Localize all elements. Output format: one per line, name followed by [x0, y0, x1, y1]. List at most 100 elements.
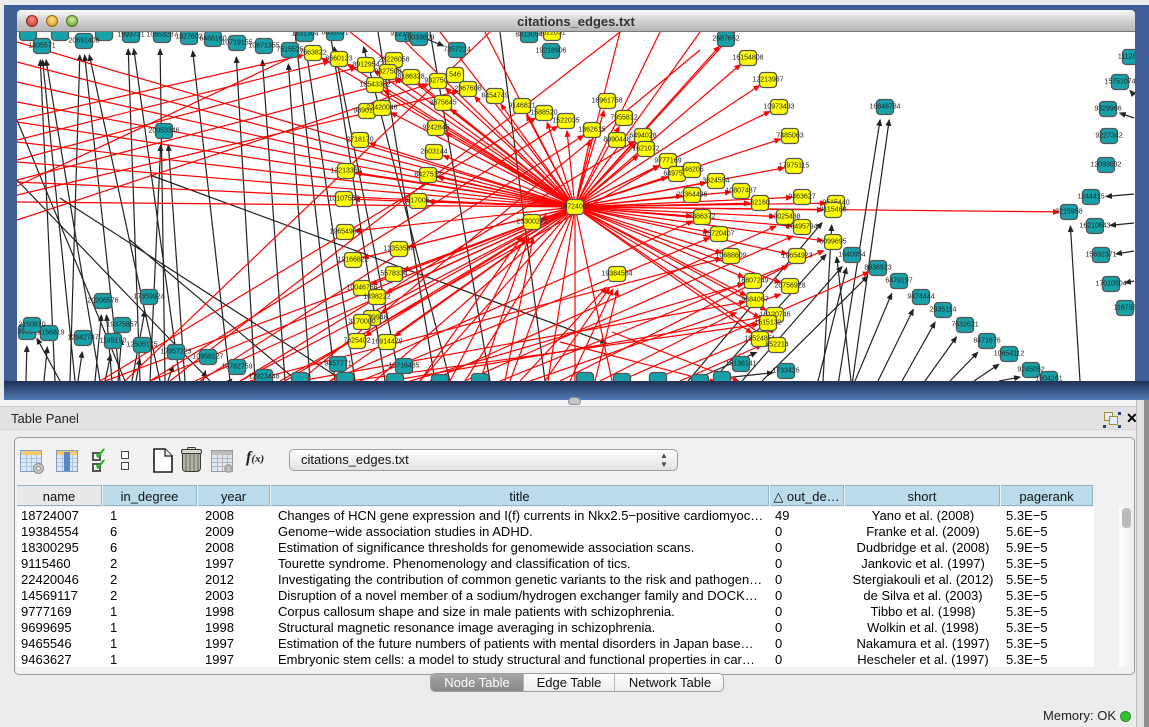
- svg-text:18495794: 18495794: [786, 224, 817, 231]
- svg-text:9777169: 9777169: [654, 158, 681, 165]
- svg-text:10107553: 10107553: [328, 196, 359, 203]
- svg-text:19654923: 19654923: [781, 253, 812, 260]
- svg-text:746206: 746206: [680, 167, 703, 174]
- svg-text:10688609: 10688609: [715, 253, 746, 260]
- svg-text:8912954: 8912954: [352, 62, 379, 69]
- svg-text:16210643: 16210643: [1079, 223, 1110, 230]
- svg-text:1145190: 1145190: [100, 338, 127, 345]
- svg-text:7485063: 7485063: [776, 133, 803, 140]
- svg-text:17957223: 17957223: [160, 349, 191, 356]
- svg-text:9146821: 9146821: [508, 103, 535, 110]
- svg-text:19384554: 19384554: [601, 271, 632, 278]
- svg-text:10807487: 10807487: [725, 188, 756, 195]
- svg-text:19166822: 19166822: [337, 257, 368, 264]
- svg-text:1362615: 1362615: [578, 127, 605, 134]
- svg-text:8471676: 8471676: [973, 338, 1000, 345]
- svg-text:20364436: 20364436: [676, 192, 707, 199]
- svg-text:2150810: 2150810: [18, 322, 45, 329]
- svg-text:1522035: 1522035: [552, 118, 579, 125]
- svg-text:10654112: 10654112: [994, 351, 1025, 358]
- svg-text:17359924: 17359924: [133, 294, 164, 301]
- svg-text:17975115: 17975115: [779, 163, 810, 170]
- svg-text:1498222: 1498222: [363, 294, 390, 301]
- svg-text:8454749: 8454749: [481, 93, 508, 100]
- svg-text:2935114: 2935114: [930, 307, 957, 314]
- svg-text:15751074: 15751074: [1104, 79, 1135, 86]
- svg-text:1604261: 1604261: [1035, 376, 1062, 382]
- svg-text:12505175: 12505175: [126, 342, 157, 349]
- svg-text:7663822: 7663822: [299, 50, 326, 57]
- svg-text:3170000: 3170000: [348, 319, 375, 326]
- svg-text:10973493: 10973493: [763, 104, 794, 111]
- svg-text:1615132: 1615132: [754, 320, 781, 327]
- svg-text:62160: 62160: [750, 200, 770, 207]
- svg-text:13353594: 13353594: [383, 246, 414, 253]
- svg-text:16961758: 16961758: [591, 98, 622, 105]
- svg-text:1588520: 1588520: [530, 110, 557, 117]
- svg-text:1112843: 1112843: [1118, 54, 1135, 61]
- svg-text:17010504: 17010504: [1095, 281, 1126, 288]
- svg-text:12213967: 12213967: [752, 77, 783, 84]
- svg-text:9115460: 9115460: [820, 207, 847, 214]
- svg-text:2687652: 2687652: [712, 36, 739, 43]
- svg-text:8938923: 8938923: [864, 265, 891, 272]
- svg-text:7625402: 7625402: [343, 338, 370, 345]
- svg-text:15136141: 15136141: [725, 361, 756, 368]
- svg-text:8822031: 8822031: [538, 32, 565, 37]
- svg-text:8427512: 8427512: [414, 172, 441, 179]
- svg-text:22420046: 22420046: [366, 105, 397, 112]
- svg-text:10543362: 10543362: [359, 82, 390, 89]
- svg-text:9245052: 9245052: [1017, 367, 1044, 374]
- svg-text:546: 546: [449, 72, 461, 79]
- svg-text:3215958: 3215958: [1055, 209, 1082, 216]
- svg-text:5578334: 5578334: [380, 271, 407, 278]
- svg-text:9227342: 9227342: [1095, 133, 1122, 140]
- svg-text:6479197: 6479197: [885, 278, 912, 285]
- svg-text:6494028: 6494028: [629, 133, 656, 140]
- svg-text:12093832: 12093832: [1090, 162, 1121, 169]
- svg-text:3624554: 3624554: [702, 178, 729, 185]
- svg-text:23300273: 23300273: [516, 219, 547, 226]
- svg-text:1831304: 1831304: [291, 32, 318, 38]
- svg-text:2603144: 2603144: [420, 149, 447, 156]
- svg-text:10653287: 10653287: [146, 32, 177, 39]
- svg-text:16154808: 16154808: [732, 55, 763, 62]
- svg-text:9463627: 9463627: [788, 194, 815, 201]
- svg-text:16033809: 16033809: [403, 35, 434, 42]
- svg-text:9684067: 9684067: [741, 297, 768, 304]
- svg-text:15692371: 15692371: [1085, 252, 1116, 259]
- svg-text:20206576: 20206576: [87, 298, 118, 305]
- svg-text:19218906: 19218906: [535, 48, 566, 55]
- svg-text:1733426: 1733426: [772, 368, 799, 375]
- svg-text:20053346: 20053346: [148, 128, 179, 135]
- svg-text:2367608: 2367608: [454, 86, 481, 93]
- svg-text:18807249: 18807249: [737, 278, 768, 285]
- svg-text:15720407: 15720407: [703, 231, 734, 238]
- svg-text:1405571: 1405571: [28, 43, 55, 50]
- svg-text:20691406: 20691406: [68, 38, 99, 45]
- svg-text:18724007: 18724007: [559, 204, 590, 211]
- svg-text:9242845: 9242845: [422, 125, 449, 132]
- svg-text:19375857: 19375857: [106, 322, 137, 329]
- svg-text:9474444: 9474444: [907, 294, 934, 301]
- svg-text:8990448: 8990448: [603, 137, 630, 144]
- svg-text:6099695: 6099695: [819, 239, 846, 246]
- svg-text:116753: 116753: [1114, 305, 1135, 312]
- svg-text:1244415: 1244415: [1077, 194, 1104, 201]
- svg-text:12923448: 12923448: [248, 374, 279, 381]
- svg-text:7357224: 7357224: [443, 47, 470, 54]
- svg-text:8186328: 8186328: [397, 74, 424, 81]
- svg-text:15716485: 15716485: [388, 363, 419, 370]
- svg-text:1640954: 1640954: [838, 252, 865, 259]
- svg-text:12213363: 12213363: [330, 168, 361, 175]
- svg-text:16914479: 16914479: [371, 339, 402, 346]
- svg-text:10958127: 10958127: [192, 354, 223, 361]
- svg-text:20756928: 20756928: [774, 283, 805, 290]
- svg-text:10671355: 10671355: [248, 43, 279, 50]
- svg-text:8832031: 8832031: [321, 32, 348, 37]
- svg-text:12942737: 12942737: [67, 335, 98, 342]
- svg-text:8660123: 8660123: [325, 56, 352, 63]
- svg-text:9329966: 9329966: [1094, 106, 1121, 113]
- svg-text:1621072: 1621072: [632, 146, 659, 153]
- svg-text:7632621: 7632621: [951, 322, 978, 329]
